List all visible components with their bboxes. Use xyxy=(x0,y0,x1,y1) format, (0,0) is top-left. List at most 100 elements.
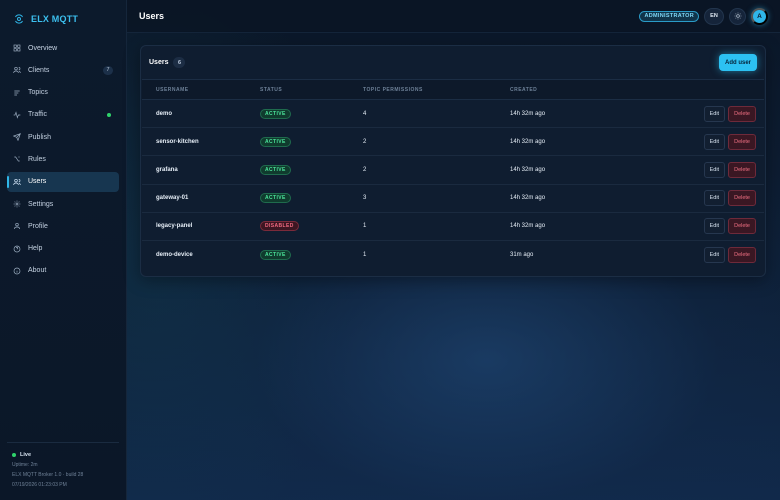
edit-button[interactable]: Edit xyxy=(703,247,726,264)
sidebar-item-help[interactable]: Help xyxy=(7,239,119,259)
delete-button[interactable]: Delete xyxy=(728,190,756,207)
topics-icon xyxy=(14,90,20,95)
page-title: Users xyxy=(139,11,165,21)
permissions-cell: 2 xyxy=(363,166,367,173)
about-icon xyxy=(13,267,21,275)
sidebar-item-publish[interactable]: Publish xyxy=(7,127,119,147)
delete-button[interactable]: Delete xyxy=(728,133,756,150)
app-root: ELX MQTT Overview Clients 7 Topics Traff… xyxy=(0,0,780,500)
brand[interactable]: ELX MQTT xyxy=(0,0,126,38)
delete-button[interactable]: Delete xyxy=(728,218,756,235)
table-row: gateway-01 ACTIVE 3 14h 32m ago Edit Del… xyxy=(142,185,764,213)
live-label: Live xyxy=(20,452,32,458)
created-cell: 14h 32m ago xyxy=(510,223,546,230)
created-cell: 14h 32m ago xyxy=(510,195,546,202)
sidebar-item-traffic[interactable]: Traffic xyxy=(7,105,119,125)
username-cell: demo xyxy=(156,110,173,117)
uptime-text: Uptime: 2m xyxy=(12,462,38,468)
table-row: demo-device ACTIVE 1 31m ago Edit Delete xyxy=(142,241,764,269)
delete-button[interactable]: Delete xyxy=(728,247,756,264)
overview-icon xyxy=(13,44,21,52)
sidebar-item-label: Traffic xyxy=(28,111,48,119)
edit-button[interactable]: Edit xyxy=(703,161,726,178)
card-title: Users xyxy=(149,59,169,66)
user-count-badge: 6 xyxy=(173,57,186,68)
permissions-cell: 2 xyxy=(363,138,367,145)
sidebar-item-rules[interactable]: Rules xyxy=(7,149,119,169)
created-cell: 31m ago xyxy=(510,252,534,259)
row-actions: Edit Delete xyxy=(660,190,764,207)
edit-button[interactable]: Edit xyxy=(703,133,726,150)
version-text: ELX MQTT Broker 1.0 · build 28 xyxy=(12,472,84,478)
permissions-cell: 3 xyxy=(363,195,367,202)
live-status: Live xyxy=(12,450,114,460)
created-cell: 14h 32m ago xyxy=(510,138,546,145)
table-row: legacy-panel DISABLED 1 14h 32m ago Edit… xyxy=(142,213,764,241)
edit-button[interactable]: Edit xyxy=(703,105,726,122)
sidebar-item-label: Clients xyxy=(28,66,50,74)
topbar-actions: ADMINISTRATOR EN A xyxy=(639,7,768,25)
brand-name: ELX MQTT xyxy=(31,14,79,24)
sun-icon xyxy=(734,12,741,20)
sidebar-nav: Overview Clients 7 Topics Traffic Publis… xyxy=(0,38,126,281)
column-header-created[interactable]: CREATED xyxy=(510,87,660,93)
table-row: demo ACTIVE 4 14h 32m ago Edit Delete xyxy=(142,100,764,129)
table-row: grafana ACTIVE 2 14h 32m ago Edit Delete xyxy=(142,156,764,185)
status-badge: ACTIVE xyxy=(260,250,291,261)
created-cell: 14h 32m ago xyxy=(510,110,546,117)
delete-button[interactable]: Delete xyxy=(728,161,756,178)
sidebar-footer: Live Uptime: 2m ELX MQTT Broker 1.0 · bu… xyxy=(7,442,119,490)
row-actions: Edit Delete xyxy=(660,161,764,178)
status-badge: ACTIVE xyxy=(260,136,291,147)
theme-toggle-button[interactable] xyxy=(729,7,746,25)
sidebar-item-users[interactable]: Users xyxy=(7,171,119,192)
main-content: Users ADMINISTRATOR EN A Users 6 Add use… xyxy=(127,0,780,500)
column-header-status[interactable]: STATUS xyxy=(260,87,363,93)
edit-button[interactable]: Edit xyxy=(703,218,726,235)
column-header-permissions[interactable]: TOPIC PERMISSIONS xyxy=(363,87,510,93)
sidebar-item-settings[interactable]: Settings xyxy=(7,194,119,214)
sidebar-item-overview[interactable]: Overview xyxy=(7,38,119,58)
language-button[interactable]: EN xyxy=(704,7,724,25)
sidebar-item-profile[interactable]: Profile xyxy=(7,216,119,236)
help-icon xyxy=(13,245,21,253)
username-cell: gateway-01 xyxy=(156,195,189,202)
sidebar-item-label: Settings xyxy=(28,200,54,208)
sidebar-item-label: About xyxy=(28,267,47,275)
sidebar-item-topics[interactable]: Topics xyxy=(7,83,119,103)
status-badge: ACTIVE xyxy=(260,164,291,175)
sidebar-item-label: Users xyxy=(28,178,47,186)
online-dot xyxy=(107,112,111,117)
users-icon xyxy=(13,178,21,185)
row-actions: Edit Delete xyxy=(660,247,764,264)
sidebar-item-label: Rules xyxy=(28,155,46,163)
users-table: USERNAME STATUS TOPIC PERMISSIONS CREATE… xyxy=(142,79,764,269)
publish-icon xyxy=(13,133,21,142)
clients-icon xyxy=(13,67,21,74)
permissions-cell: 1 xyxy=(363,252,367,259)
settings-icon xyxy=(13,200,21,208)
sidebar-item-label: Publish xyxy=(28,133,51,141)
broker-logo-icon xyxy=(15,14,23,24)
sidebar-item-label: Profile xyxy=(28,222,48,230)
users-card: Users 6 Add user USERNAME STATUS TOPIC P… xyxy=(140,45,766,277)
top-bar: Users ADMINISTRATOR EN A xyxy=(127,0,780,33)
live-dot xyxy=(12,453,16,457)
row-actions: Edit Delete xyxy=(660,133,764,150)
clients-count-badge: 7 xyxy=(103,65,113,75)
edit-button[interactable]: Edit xyxy=(703,190,726,207)
sidebar-item-label: Topics xyxy=(28,89,48,97)
table-header: USERNAME STATUS TOPIC PERMISSIONS CREATE… xyxy=(142,80,764,100)
status-badge: ACTIVE xyxy=(260,193,291,204)
sidebar-item-clients[interactable]: Clients 7 xyxy=(7,60,119,80)
username-cell: sensor-kitchen xyxy=(156,138,199,145)
delete-button[interactable]: Delete xyxy=(728,105,756,122)
sidebar-item-about[interactable]: About xyxy=(7,261,119,281)
row-actions: Edit Delete xyxy=(660,218,764,235)
add-user-button[interactable]: Add user xyxy=(718,54,757,71)
avatar[interactable]: A xyxy=(751,7,768,25)
column-header-username[interactable]: USERNAME xyxy=(142,87,260,93)
sidebar: ELX MQTT Overview Clients 7 Topics Traff… xyxy=(0,0,127,500)
traffic-icon xyxy=(13,111,21,119)
card-title-group: Users 6 xyxy=(149,57,186,68)
